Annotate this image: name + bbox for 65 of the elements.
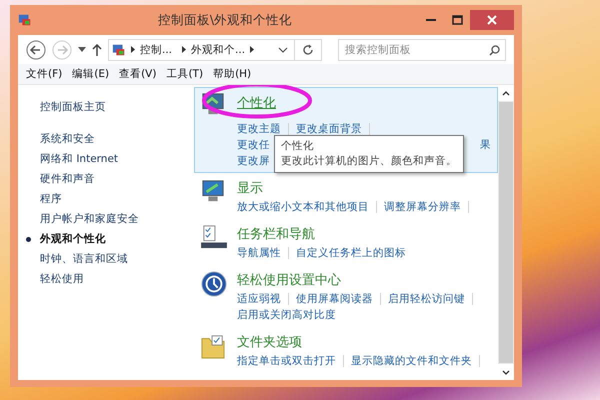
close-button[interactable] xyxy=(470,10,514,30)
refresh-icon[interactable] xyxy=(302,44,314,56)
task-link[interactable]: 启用或关闭高对比度 xyxy=(237,307,336,323)
sidebar-item[interactable]: 网络和 Internet xyxy=(40,149,118,169)
sidebar-item[interactable]: 用户帐户和家庭安全 xyxy=(40,209,139,229)
sidebar-link[interactable]: 控制面板主页 xyxy=(40,97,106,117)
ease-of-access-icon xyxy=(201,271,227,297)
chevron-icon xyxy=(182,46,186,53)
tooltip-title: 个性化 xyxy=(281,139,315,154)
search-field[interactable]: 搜索控制面板 xyxy=(338,38,506,60)
sidebar-item[interactable]: 轻松使用 xyxy=(40,269,84,289)
chevron-icon xyxy=(131,46,135,53)
dropdown-caret-icon[interactable] xyxy=(278,46,288,52)
taskbar-checklist-icon xyxy=(201,225,227,249)
breadcrumb[interactable]: 外观和个... xyxy=(191,42,246,56)
sidebar-item[interactable]: 硬件和声音 xyxy=(40,169,95,189)
monitor-icon xyxy=(201,179,225,203)
window-title: 控制面板\外观和个性化 xyxy=(156,12,294,28)
scroll-down-icon[interactable] xyxy=(502,370,510,374)
sidebar-item[interactable]: 时钟、语言和区域 xyxy=(40,249,128,269)
bullet-icon xyxy=(26,237,31,242)
address-bar[interactable]: 控制... 外观和个... xyxy=(108,38,322,60)
up-arrow-icon[interactable] xyxy=(92,44,102,56)
chevron-icon xyxy=(250,46,254,53)
breadcrumb[interactable]: 控制... xyxy=(140,42,172,56)
tooltip-text: 更改此计算机的图片、颜色和声音。 xyxy=(281,154,457,169)
task-link[interactable]: 启用轻松访问键 xyxy=(388,291,465,307)
category-title[interactable]: 个性化 xyxy=(237,95,276,112)
task-link[interactable]: 指定单击或双击打开 xyxy=(237,353,336,369)
task-link[interactable]: 放大或缩小文本和其他项目 xyxy=(237,199,369,215)
menu-item[interactable]: 查看(V) xyxy=(119,67,156,81)
task-link[interactable]: 适应弱视 xyxy=(237,291,281,307)
back-icon[interactable] xyxy=(26,40,46,60)
scroll-up-icon[interactable] xyxy=(502,90,510,96)
task-link[interactable]: 导航属性 xyxy=(237,245,281,261)
task-link[interactable]: 更改桌面背景 xyxy=(296,121,362,137)
menu-item[interactable]: 文件(F) xyxy=(26,67,62,81)
sidebar-item[interactable]: 系统和安全 xyxy=(40,129,95,149)
search-icon xyxy=(489,44,500,56)
folder-icon xyxy=(201,333,225,359)
category-title[interactable]: 任务栏和导航 xyxy=(237,226,315,243)
menu-item[interactable]: 帮助(H) xyxy=(213,67,252,81)
task-link[interactable]: 自定义任务栏上的图标 xyxy=(296,245,406,261)
task-link[interactable]: 显示隐藏的文件和文件夹 xyxy=(351,353,472,369)
task-link[interactable]: 使用屏幕阅读器 xyxy=(296,291,373,307)
maximize-icon xyxy=(452,15,462,25)
control-panel-icon xyxy=(112,42,126,56)
category-title[interactable]: 文件夹选项 xyxy=(237,334,302,351)
minimize-icon xyxy=(426,19,436,21)
sidebar-item[interactable]: 程序 xyxy=(40,189,62,209)
task-link[interactable]: 更改任 xyxy=(237,137,270,153)
task-link[interactable]: 果 xyxy=(480,137,491,153)
task-link[interactable]: 调整屏幕分辨率 xyxy=(384,199,461,215)
category-title[interactable]: 显示 xyxy=(237,180,263,197)
menu-item[interactable]: 编辑(E) xyxy=(72,67,110,81)
scrollbar[interactable] xyxy=(498,85,514,380)
task-link[interactable]: 更改屏 xyxy=(237,153,270,169)
control-panel-icon xyxy=(18,13,32,27)
dropdown-caret-icon[interactable] xyxy=(78,47,86,52)
sidebar-item[interactable]: 外观和个性化 xyxy=(40,229,106,249)
monitor-icon xyxy=(201,92,225,116)
menu-item[interactable]: 工具(T) xyxy=(166,67,204,81)
close-icon xyxy=(487,15,497,25)
category-title[interactable]: 轻松使用设置中心 xyxy=(237,272,341,289)
task-link[interactable]: 更改主题 xyxy=(237,121,281,137)
